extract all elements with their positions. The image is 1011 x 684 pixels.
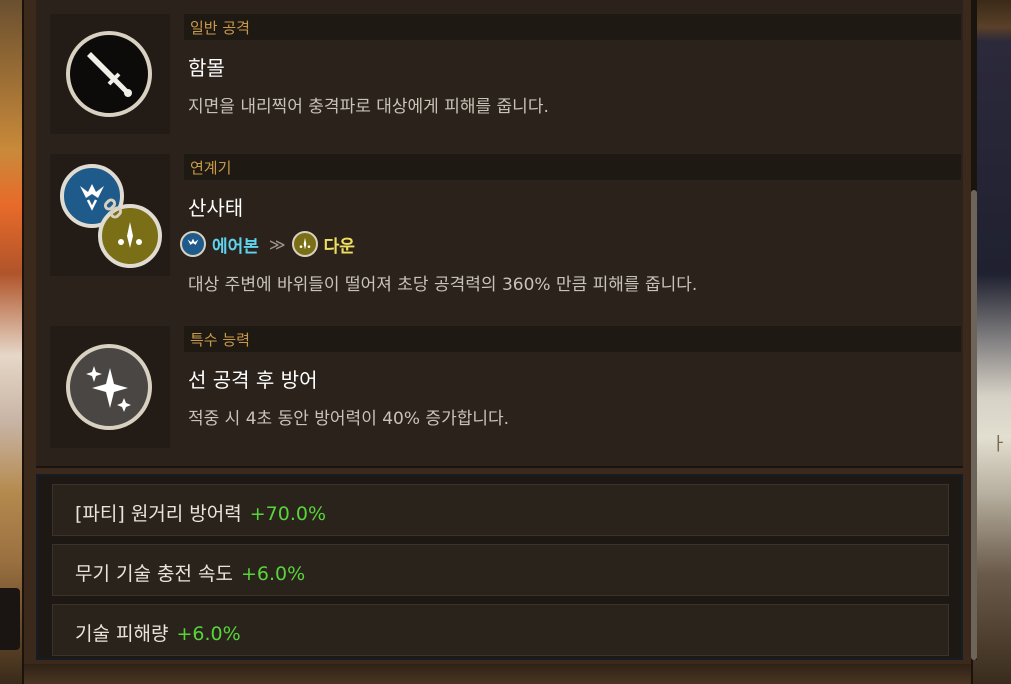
background-glyph: ㅏ xyxy=(990,434,1007,455)
skill-category: 연계기 xyxy=(190,159,232,177)
skill-icon-frame xyxy=(50,326,170,448)
skill-item-normal-attack: 일반 공격 함몰 지면을 내리찍어 충격파로 대상에게 피해를 줍니다. xyxy=(50,14,961,134)
chain-link-icon xyxy=(102,198,124,220)
combo-condition: 에어본 ≫ 다운 xyxy=(180,228,355,260)
skill-icon-frame xyxy=(50,14,170,134)
side-tab[interactable] xyxy=(0,588,20,650)
game-background-right: ㅏ xyxy=(973,0,1011,684)
skill-info-panel: 일반 공격 함몰 지면을 내리찍어 충격파로 대상에게 피해를 줍니다. 연계기… xyxy=(22,0,977,684)
skill-description: 지면을 내리찍어 충격파로 대상에게 피해를 줍니다. xyxy=(188,97,549,117)
stat-row: 무기 기술 충전 속도 +6.0% xyxy=(52,544,949,596)
combo-arrow: ≫ xyxy=(268,234,286,254)
stat-bonus-panel: [파티] 원거리 방어력 +70.0% 무기 기술 충전 속도 +6.0% 기술 피… xyxy=(36,474,963,660)
skill-category: 특수 능력 xyxy=(190,331,250,349)
skills-list: 일반 공격 함몰 지면을 내리찍어 충격파로 대상에게 피해를 줍니다. 연계기… xyxy=(36,0,963,468)
stat-value: +70.0% xyxy=(249,503,327,525)
skill-name: 산사태 xyxy=(188,196,244,220)
skill-category: 일반 공격 xyxy=(190,19,250,37)
skill-icon-frame xyxy=(50,154,170,276)
skill-category-bar: 연계기 xyxy=(184,154,961,180)
skill-name: 함몰 xyxy=(188,56,225,80)
stat-value: +6.0% xyxy=(176,623,241,645)
stat-label: 무기 기술 충전 속도 xyxy=(75,563,233,585)
skill-item-special: 특수 능력 선 공격 후 방어 적중 시 4초 동안 방어력이 40% 증가합니… xyxy=(50,326,961,448)
sword-icon xyxy=(66,31,152,117)
skill-item-combo: 연계기 산사태 에어본 ≫ 다운 대상 주변에 바위들이 떨어져 초당 공격력의… xyxy=(50,154,961,295)
stat-value: +6.0% xyxy=(240,563,306,585)
stat-row: 기술 피해량 +6.0% xyxy=(52,604,949,656)
skill-description: 적중 시 4초 동안 방어력이 40% 증가합니다. xyxy=(188,409,510,429)
combo-from-label: 에어본 xyxy=(212,236,259,257)
skill-category-bar: 특수 능력 xyxy=(184,326,961,352)
stat-row: [파티] 원거리 방어력 +70.0% xyxy=(52,484,949,536)
skill-description: 대상 주변에 바위들이 떨어져 초당 공격력의 360% 만큼 피해를 줍니다. xyxy=(188,275,698,295)
combo-to-label: 다운 xyxy=(323,236,355,257)
stat-label: [파티] 원거리 방어력 xyxy=(75,503,242,525)
panel-bottom-border xyxy=(24,664,971,684)
down-icon xyxy=(291,231,318,257)
scrollbar-thumb[interactable] xyxy=(971,190,977,660)
sparkle-icon xyxy=(66,344,152,430)
skill-name: 선 공격 후 방어 xyxy=(188,368,318,392)
stat-label: 기술 피해량 xyxy=(75,623,169,645)
skill-category-bar: 일반 공격 xyxy=(184,14,961,40)
airborne-icon xyxy=(180,231,206,257)
